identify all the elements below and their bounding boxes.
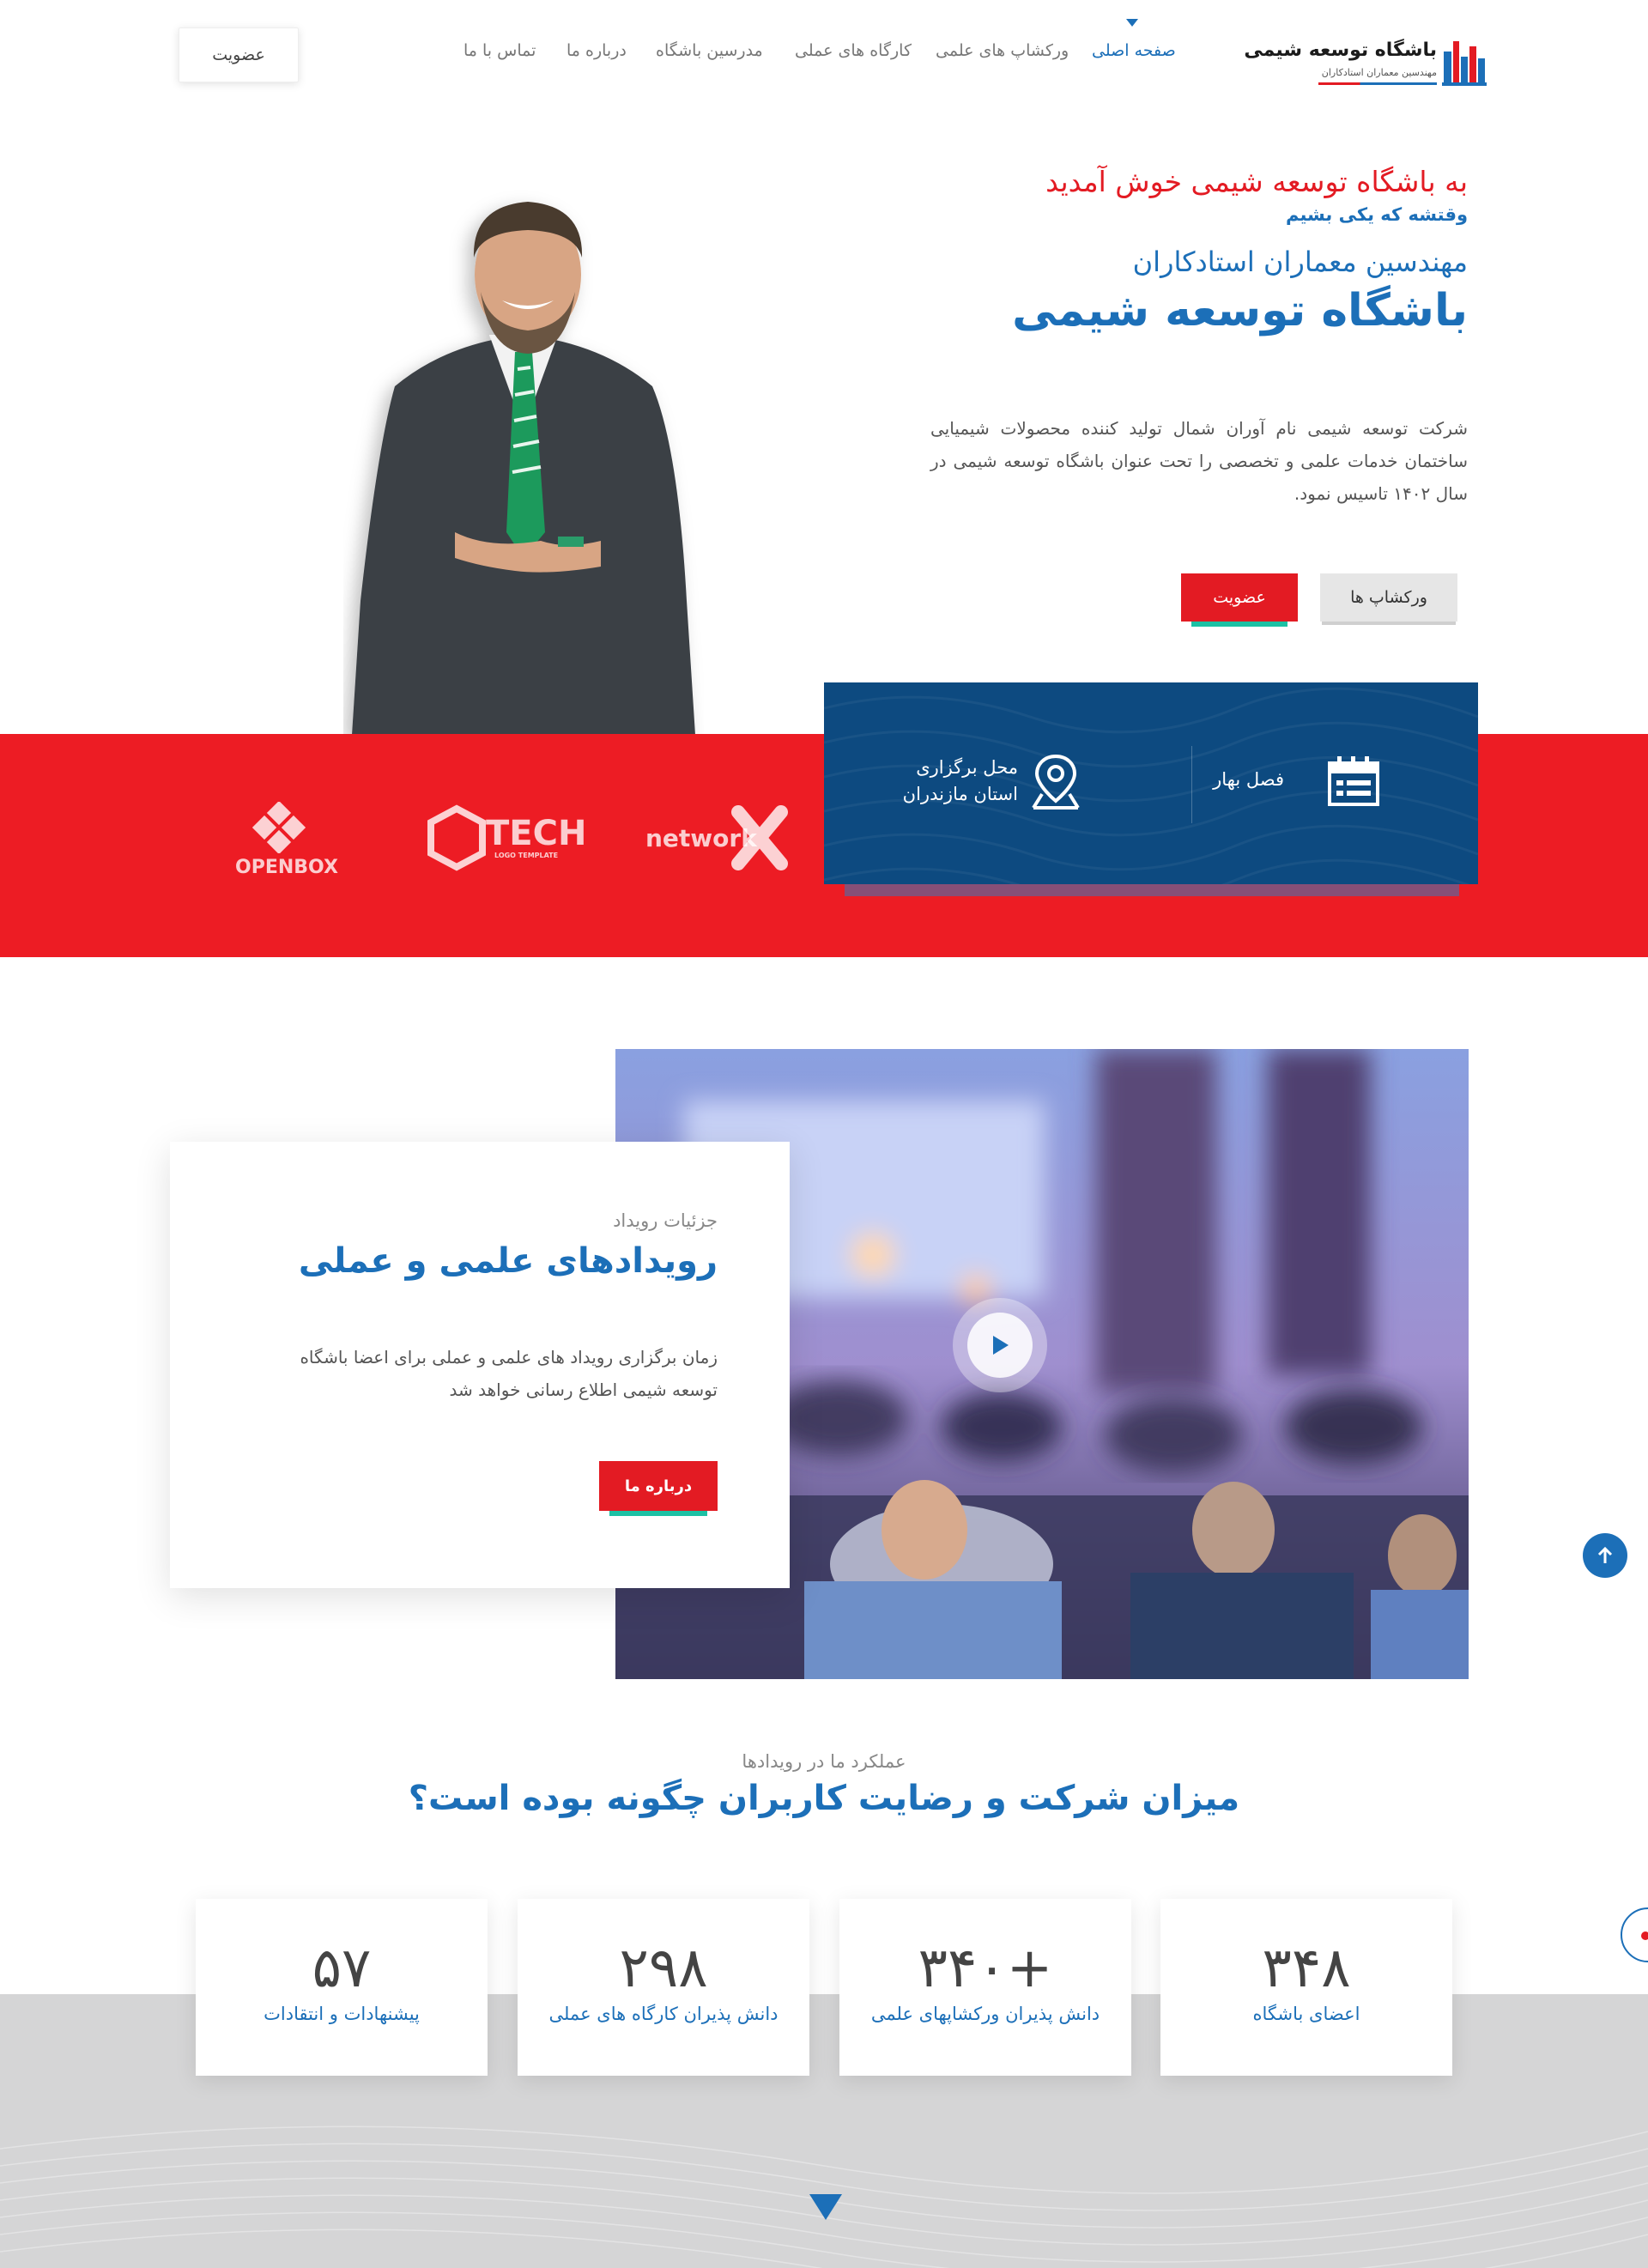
hero-text: به باشگاه توسعه شیمی خوش آمدید وقتشه که …: [867, 163, 1468, 337]
nav-about[interactable]: درباره ما: [566, 41, 627, 60]
hero-tagline: وقتشه که یکی بشیم: [1286, 204, 1468, 225]
info-card-shadow: [845, 882, 1459, 896]
notification-dot-icon: [1641, 1931, 1648, 1940]
partner-logo-network: network: [644, 804, 790, 876]
stat-card-practical-workshops: ۲۹۸ دانش پذیران کارگاه های عملی: [518, 1899, 809, 2076]
join-button-underline: [1191, 622, 1288, 627]
partner-logo-tech: TECH LOGO TEMPLATE: [422, 804, 586, 876]
stat-number: +۳۴۰: [918, 1937, 1053, 2000]
tech-hexagon-logo-icon: [427, 804, 486, 871]
nav-practical-workshops[interactable]: کارگاه های عملی: [795, 41, 912, 60]
location-pin-icon: [1032, 754, 1080, 810]
about-us-button[interactable]: درباره ما: [599, 1461, 718, 1511]
hero-welcome: به باشگاه توسعه شیمی خوش آمدید: [1045, 165, 1468, 198]
stat-card-feedback: ۵۷ پیشنهادات و انتقادات: [196, 1899, 488, 2076]
stat-label: دانش پذیران کارگاه های عملی: [548, 2004, 779, 2024]
event-details-card: جزئیات رویداد رویدادهای علمی و عملی زمان…: [170, 1142, 790, 1588]
stats-title: میزان شرکت و رضایت کاربران چگونه بوده اس…: [408, 1779, 1240, 1818]
nav-contact[interactable]: تماس با ما: [464, 41, 536, 60]
info-divider: [1191, 746, 1192, 823]
video-play-button[interactable]: [953, 1298, 1047, 1392]
location-label: محل برگزاری: [916, 757, 1018, 778]
calendar-icon: [1328, 756, 1379, 806]
openbox-logo-icon: [251, 800, 306, 855]
scroll-to-top-button[interactable]: [1583, 1533, 1627, 1578]
scroll-down-arrow-icon[interactable]: [809, 2194, 842, 2220]
arrow-up-icon: [1597, 1546, 1613, 1563]
stat-card-members: ۳۴۸ اعضای باشگاه: [1160, 1899, 1452, 2076]
location-block: محل برگزاری استان مازندران: [903, 755, 1018, 808]
stat-number: ۲۹۸: [619, 1937, 708, 2000]
nav-home[interactable]: صفحه اصلی: [1092, 41, 1176, 60]
partner-network-label: network: [645, 824, 757, 852]
event-info-card: فصل بهار محل برگزاری استان مازندران: [824, 682, 1478, 884]
partner-openbox-label: OPENBOX: [235, 857, 338, 878]
main-nav: صفحه اصلی ورکشاپ های علمی کارگاه های عمل…: [446, 41, 1176, 69]
play-icon: [993, 1336, 1009, 1355]
site-header: باشگاه توسعه شیمی مهندسین معماران استادک…: [0, 0, 1648, 110]
season-label: فصل بهار: [1213, 769, 1284, 790]
hero-person-image: [352, 202, 695, 735]
location-value: استان مازندران: [902, 784, 1018, 804]
hero-join-button[interactable]: عضویت: [1181, 573, 1298, 622]
hero-company: مهندسین معماران استادکاران: [1132, 246, 1468, 278]
stat-number: ۳۴۸: [1262, 1937, 1351, 2000]
partner-logo-openbox: OPENBOX: [232, 800, 338, 878]
skyline-logo-icon: [1442, 41, 1487, 86]
logo-title: باشگاه توسعه شیمی: [1244, 39, 1437, 61]
event-description: زمان برگزاری رویداد های علمی و عملی برای…: [300, 1347, 718, 1400]
hero-title: باشگاه توسعه شیمی: [1012, 285, 1468, 337]
active-nav-caret-icon: [1126, 19, 1138, 27]
site-logo[interactable]: باشگاه توسعه شیمی مهندسین معماران استادک…: [1244, 29, 1487, 98]
stat-label: دانش پذیران ورکشاپهای علمی: [870, 2004, 1100, 2024]
logo-subtitle: مهندسین معماران استادکاران: [1321, 67, 1437, 78]
header-join-button[interactable]: عضویت: [179, 27, 299, 82]
event-title: رویدادهای علمی و عملی: [298, 1241, 718, 1281]
stat-card-scientific-workshops: +۳۴۰ دانش پذیران ورکشاپهای علمی: [839, 1899, 1131, 2076]
nav-scientific-workshops[interactable]: ورکشاپ های علمی: [936, 41, 1069, 60]
partner-tech-tagline: LOGO TEMPLATE: [494, 852, 559, 859]
stats-subtitle: عملکرد ما در رویدادها: [742, 1751, 906, 1772]
partner-tech-label: TECH: [486, 814, 587, 853]
workshops-button[interactable]: ورکشاپ ها: [1320, 573, 1457, 622]
about-button-underline: [609, 1511, 707, 1516]
logo-rule: [1318, 82, 1437, 85]
hero-description: شرکت توسعه شیمی نام آوران شمال تولید کنن…: [930, 418, 1468, 504]
floating-chat-button[interactable]: [1621, 1907, 1648, 1962]
nav-instructors[interactable]: مدرسین باشگاه: [656, 41, 763, 60]
stat-label: پیشنهادات و انتقادات: [264, 2004, 420, 2024]
stat-label: اعضای باشگاه: [1252, 2004, 1360, 2024]
stat-number: ۵۷: [312, 1937, 372, 2000]
event-subtitle: جزئیات رویداد: [613, 1210, 718, 1231]
play-button-inner: [967, 1313, 1033, 1378]
